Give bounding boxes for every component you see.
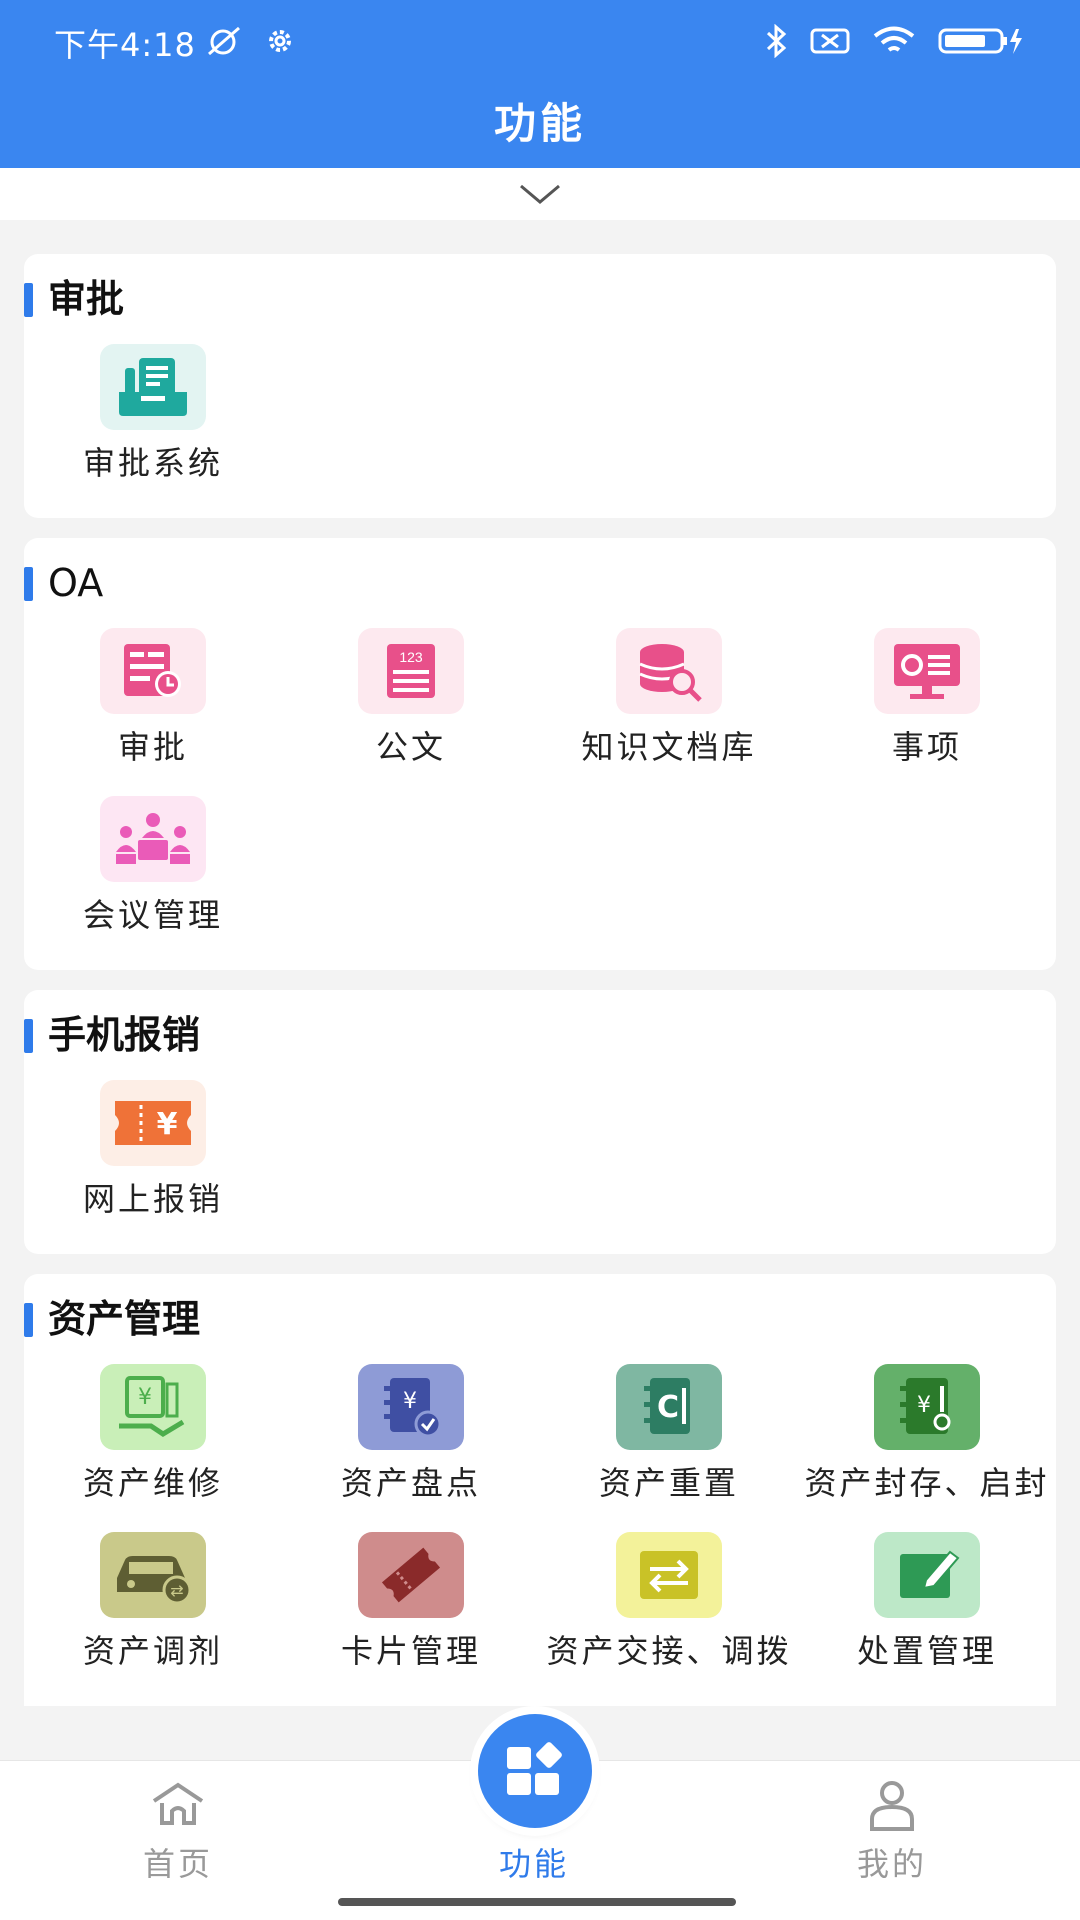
function-fab-button[interactable] xyxy=(478,1714,592,1828)
tab-label: 功能 xyxy=(498,1845,569,1883)
item-label: 资产交接、调拨 xyxy=(546,1632,792,1670)
item-online-reimbursement[interactable]: ¥ 网上报销 xyxy=(24,1068,282,1236)
item-label: 处置管理 xyxy=(856,1632,997,1670)
item-asset-transfer[interactable]: ⇄ 资产调剂 xyxy=(24,1520,282,1688)
section-asset-management: 资产管理 ¥ 资产维修 ¥ 资产盘点 C 资产重置 ¥ 资产封存、启封 ⇄ 资产… xyxy=(24,1274,1056,1706)
item-label: 卡片管理 xyxy=(340,1632,481,1670)
item-asset-reset[interactable]: C 资产重置 xyxy=(540,1352,798,1520)
item-asset-handover[interactable]: 资产交接、调拨 xyxy=(540,1520,798,1688)
function-list: 审批 审批系统 OA 审批 123 公文 知识文档库 事项 会议管理 手机报销 … xyxy=(24,254,1056,1726)
svg-text:⇄: ⇄ xyxy=(170,1581,183,1600)
item-label: 事项 xyxy=(891,728,962,766)
svg-text:¥: ¥ xyxy=(917,1393,931,1418)
wifi-icon xyxy=(873,26,915,52)
item-oa-document[interactable]: 123 公文 xyxy=(282,616,540,784)
section-oa: OA 审批 123 公文 知识文档库 事项 会议管理 xyxy=(24,538,1056,970)
section-approval: 审批 审批系统 xyxy=(24,254,1056,518)
item-oa-knowledge-base[interactable]: 知识文档库 xyxy=(540,616,798,784)
database-search-icon xyxy=(639,644,702,702)
item-label: 资产重置 xyxy=(598,1464,739,1502)
car-transfer-icon: ⇄ xyxy=(117,1556,192,1605)
alarm-off-icon xyxy=(208,26,240,56)
tab-label: 我的 xyxy=(856,1845,927,1883)
tab-home[interactable]: 首页 xyxy=(78,1761,278,1920)
approval-clock-icon xyxy=(124,644,181,697)
monitor-list-icon xyxy=(894,644,960,699)
item-label: 会议管理 xyxy=(82,896,223,934)
section-mobile-reimbursement: 手机报销 ¥ 网上报销 xyxy=(24,990,1056,1254)
sim-off-icon xyxy=(810,28,850,54)
settings-gear-icon xyxy=(269,30,291,52)
section-title: 手机报销 xyxy=(24,1012,1056,1058)
svg-text:¥: ¥ xyxy=(403,1389,417,1414)
item-asset-repair[interactable]: ¥ 资产维修 xyxy=(24,1352,282,1520)
tab-label: 首页 xyxy=(142,1845,213,1883)
status-time: 下午4:18 xyxy=(54,26,196,64)
item-label: 审批系统 xyxy=(82,444,223,482)
item-disposal-management[interactable]: 处置管理 xyxy=(798,1520,1056,1688)
user-icon xyxy=(870,1781,914,1831)
battery-charging-icon xyxy=(938,28,1022,54)
item-label: 资产维修 xyxy=(82,1464,223,1502)
item-label: 资产盘点 xyxy=(340,1464,481,1502)
item-label: 知识文档库 xyxy=(581,728,757,766)
svg-text:¥: ¥ xyxy=(157,1107,178,1142)
item-oa-approval[interactable]: 审批 xyxy=(24,616,282,784)
inbox-tray-icon xyxy=(119,358,187,416)
swap-arrows-icon xyxy=(640,1551,698,1599)
edit-box-icon xyxy=(900,1550,960,1598)
item-asset-inventory[interactable]: ¥ 资产盘点 xyxy=(282,1352,540,1520)
app-header: 下午4:18 功能 xyxy=(0,0,1080,168)
card-ticket-icon xyxy=(381,1547,441,1603)
meeting-icon xyxy=(116,813,190,864)
item-oa-matters[interactable]: 事项 xyxy=(798,616,1056,784)
svg-text:123: 123 xyxy=(399,649,423,665)
chevron-down-icon[interactable] xyxy=(518,182,562,206)
section-title: 审批 xyxy=(24,276,1056,322)
home-indicator xyxy=(338,1898,736,1906)
item-card-management[interactable]: 卡片管理 xyxy=(282,1520,540,1688)
section-title: OA xyxy=(24,560,1056,606)
collapse-strip[interactable] xyxy=(0,168,1080,220)
asset-inventory-icon: ¥ xyxy=(384,1378,442,1438)
page-title: 功能 xyxy=(493,99,586,148)
svg-text:¥: ¥ xyxy=(138,1385,152,1410)
status-bar: 下午4:18 xyxy=(0,0,1080,84)
bluetooth-icon xyxy=(766,24,787,58)
section-title: 资产管理 xyxy=(24,1296,1056,1342)
asset-seal-icon: ¥ xyxy=(900,1378,951,1434)
document-123-icon: 123 xyxy=(387,644,435,698)
tab-mine[interactable]: 我的 xyxy=(792,1761,992,1920)
item-label: 资产调剂 xyxy=(82,1632,223,1670)
item-approval-system[interactable]: 审批系统 xyxy=(24,332,282,500)
svg-text:C: C xyxy=(657,1390,679,1425)
item-label: 审批 xyxy=(117,728,188,766)
item-label: 公文 xyxy=(375,728,446,766)
asset-repair-icon: ¥ xyxy=(119,1376,185,1437)
item-label: 资产封存、启封 xyxy=(804,1464,1050,1502)
asset-reset-icon: C xyxy=(644,1378,690,1434)
home-icon xyxy=(152,1782,204,1825)
grid-apps-icon xyxy=(507,1742,562,1795)
item-asset-seal[interactable]: ¥ 资产封存、启封 xyxy=(798,1352,1056,1520)
yen-ticket-icon: ¥ xyxy=(115,1101,191,1145)
item-oa-meeting[interactable]: 会议管理 xyxy=(24,784,282,952)
item-label: 网上报销 xyxy=(82,1180,223,1218)
